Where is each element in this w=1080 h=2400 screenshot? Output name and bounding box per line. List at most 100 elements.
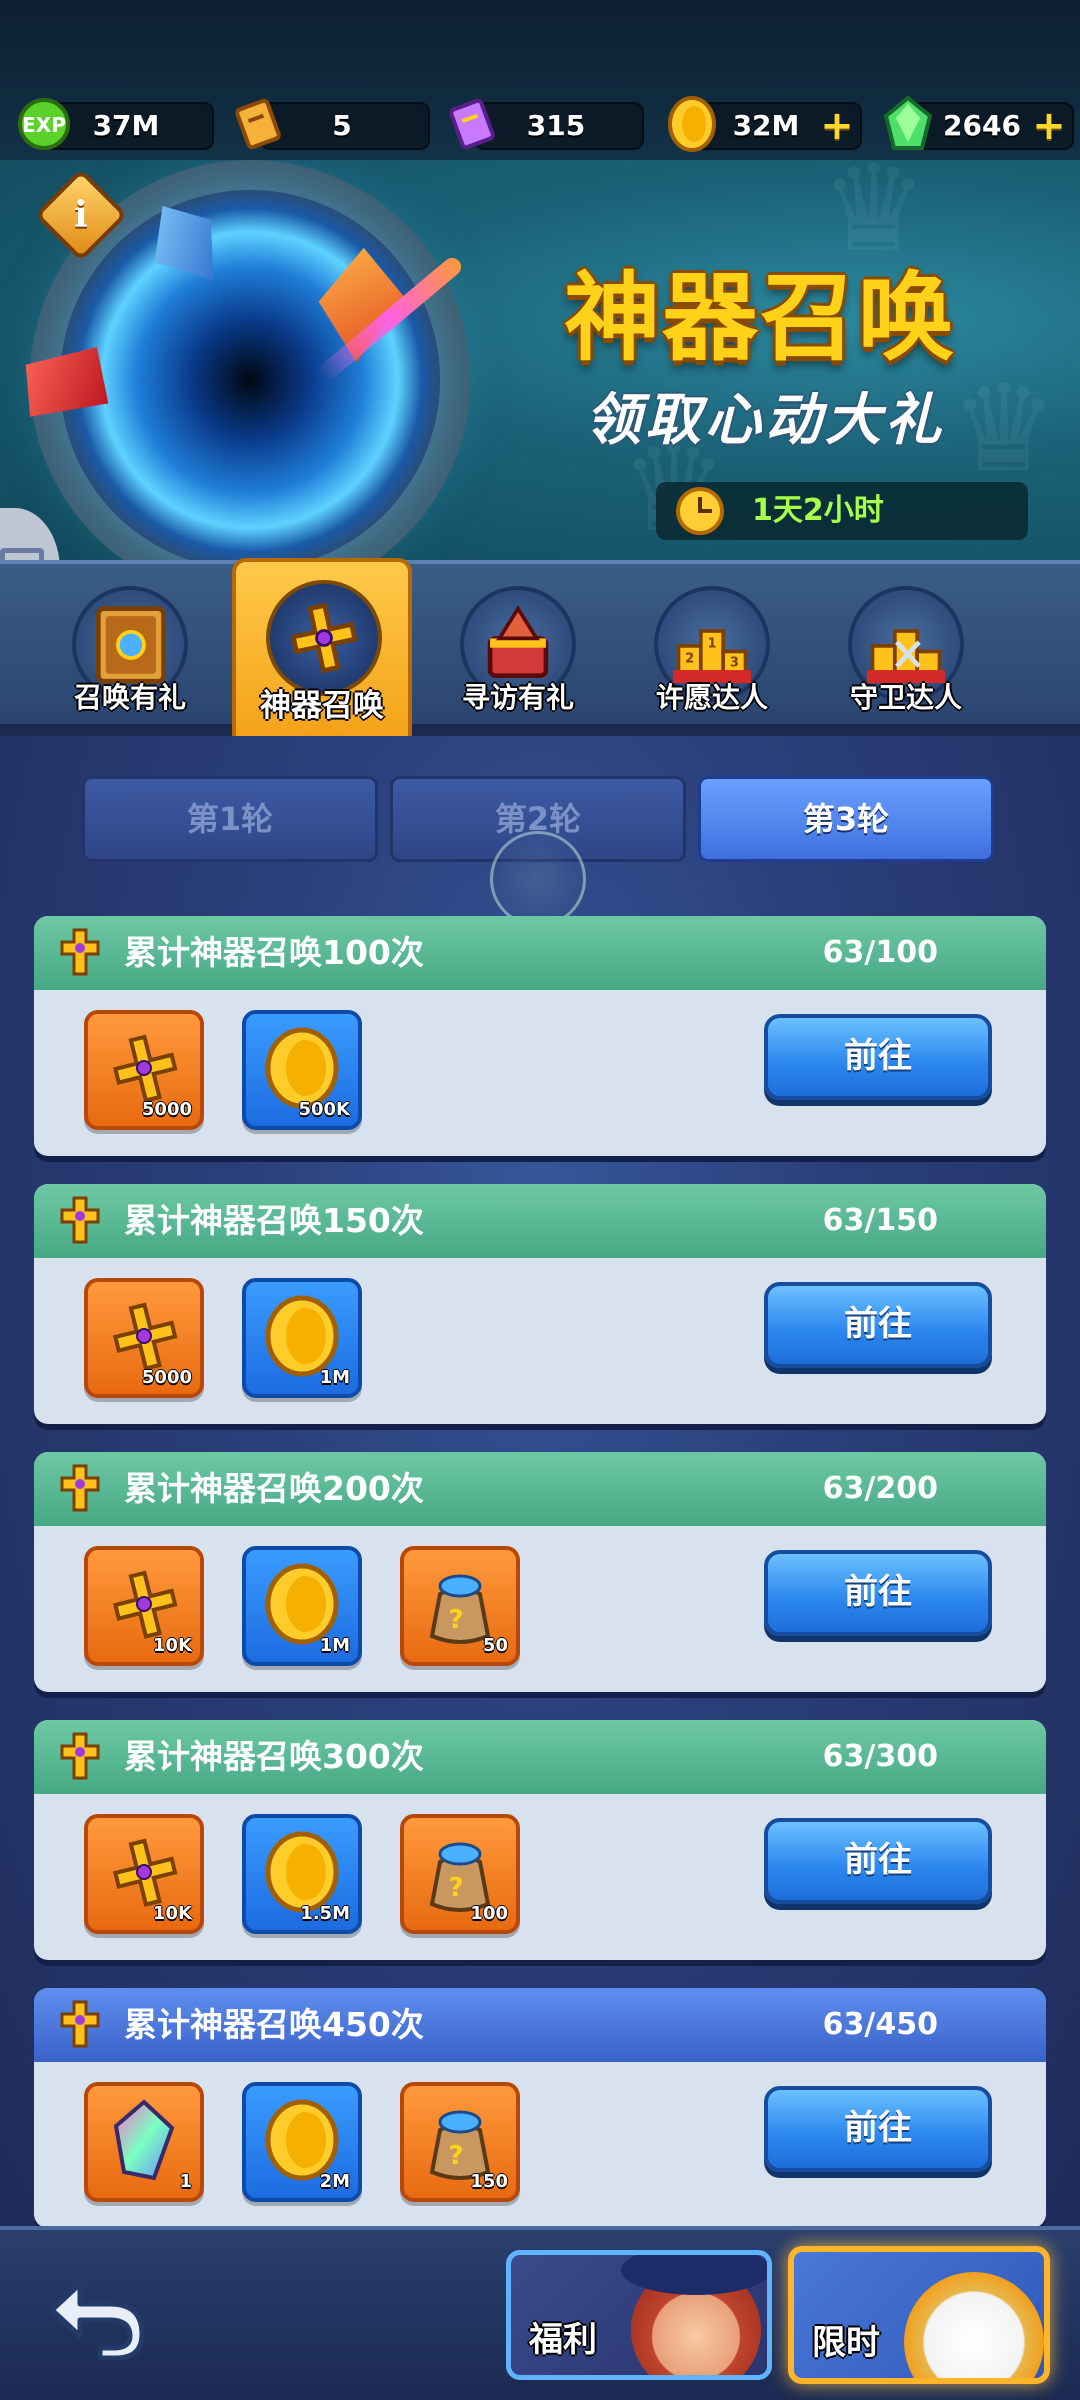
reward-item[interactable]: 5000	[84, 1278, 204, 1398]
reward-quantity: 1.5M	[300, 1903, 350, 1924]
task-card-body: 1 2M? 150 前往	[34, 2062, 1046, 2228]
task-progress: 63/150	[822, 1203, 938, 1238]
welfare-button[interactable]: 福利	[506, 2250, 772, 2380]
task-card-header: 累计神器召唤150次 63/150	[34, 1184, 1046, 1258]
reward-item[interactable]: 1M	[242, 1546, 362, 1666]
task-card: 累计神器召唤200次 63/200 10K 1M? 50 前往	[34, 1452, 1046, 1692]
go-button[interactable]: 前往	[764, 1818, 992, 1904]
task-title: 累计神器召唤150次	[124, 1201, 424, 1240]
currency-bar: 37M EXP 5 315 32M + 2646 +	[0, 0, 1080, 160]
reward-quantity: 10K	[153, 1903, 192, 1924]
resource-scroll-value: 5	[332, 109, 352, 142]
reward-quantity: 5000	[141, 1099, 192, 1120]
reward-quantity: 50	[482, 1635, 508, 1656]
reward-item[interactable]: ? 50	[400, 1546, 520, 1666]
limited-label: 限时	[812, 2323, 880, 2363]
task-card-header: 累计神器召唤100次 63/100	[34, 916, 1046, 990]
event-tabs: 召唤有礼 神器召唤 寻访有礼 213 许愿达人 守卫达人	[0, 558, 1080, 748]
reward-quantity: 500K	[298, 1099, 350, 1120]
task-card: 累计神器召唤150次 63/150 5000 1M 前往	[34, 1184, 1046, 1424]
reward-item[interactable]: ? 150	[400, 2082, 520, 2202]
reward-item[interactable]: 1.5M	[242, 1814, 362, 1934]
svg-text:?: ?	[448, 1605, 463, 1635]
limited-clock-icon	[904, 2272, 1044, 2378]
reward-quantity: 1M	[319, 1367, 350, 1388]
resource-gold-value: 32M	[732, 109, 800, 142]
reward-quantity: 2M	[319, 2171, 350, 2192]
resource-purple-scroll-value: 315	[526, 109, 586, 142]
svg-text:?: ?	[448, 1873, 463, 1903]
exp-icon: EXP	[12, 92, 76, 156]
go-button[interactable]: 前往	[764, 1550, 992, 1636]
reward-item[interactable]: ? 100	[400, 1814, 520, 1934]
banner-title: 神器召唤	[564, 262, 956, 374]
go-button[interactable]: 前往	[764, 1014, 992, 1100]
reward-item[interactable]: 1	[84, 2082, 204, 2202]
tab-summon-gift[interactable]: 召唤有礼	[50, 564, 210, 734]
tab-label: 神器召唤	[260, 688, 384, 724]
task-card: 累计神器召唤300次 63/300 10K 1.5M? 100 前往	[34, 1720, 1046, 1960]
tab-label: 守卫达人	[849, 681, 962, 714]
tab-artifact-summon[interactable]: 神器召唤	[232, 558, 412, 748]
welfare-label: 福利	[529, 2320, 597, 2360]
task-progress: 63/200	[822, 1471, 938, 1506]
svg-text:EXP: EXP	[22, 113, 66, 137]
task-title: 累计神器召唤100次	[124, 933, 424, 972]
task-progress: 63/300	[822, 1739, 938, 1774]
golden-cross-artifact-icon	[266, 580, 382, 696]
task-card-body: 5000 1M 前往	[34, 1258, 1046, 1424]
reward-item[interactable]: 5000	[84, 1010, 204, 1130]
golden-cross-icon	[60, 1732, 100, 1780]
reward-quantity: 1	[179, 2171, 192, 2192]
golden-cross-icon	[60, 928, 100, 976]
add-gem-button[interactable]: +	[1032, 106, 1066, 146]
go-button[interactable]: 前往	[764, 2086, 992, 2172]
svg-text:3: 3	[730, 655, 739, 670]
reward-item[interactable]: 10K	[84, 1546, 204, 1666]
reward-quantity: 100	[470, 1903, 508, 1924]
task-progress: 63/450	[822, 2007, 938, 2042]
task-progress: 63/100	[822, 935, 938, 970]
portal-illustration	[60, 190, 440, 560]
round-3-tab[interactable]: 第3轮	[698, 776, 994, 862]
info-icon: i	[74, 194, 88, 236]
svg-text:?: ?	[448, 2141, 463, 2171]
golden-cross-icon	[60, 2000, 100, 2048]
green-gem-icon	[876, 92, 940, 156]
scroll-icon	[226, 92, 290, 156]
tab-wish-master[interactable]: 213 许愿达人	[632, 564, 792, 734]
touch-indicator	[490, 831, 586, 927]
limited-time-button[interactable]: 限时	[788, 2246, 1050, 2384]
task-title: 累计神器召唤200次	[124, 1469, 424, 1508]
reward-quantity: 5000	[141, 1367, 192, 1388]
clock-icon	[676, 487, 724, 535]
task-title: 累计神器召唤450次	[124, 2005, 424, 2044]
event-timer: 1天2小时	[656, 482, 1028, 540]
task-card-header: 累计神器召唤450次 63/450	[34, 1988, 1046, 2062]
reward-item[interactable]: 2M	[242, 2082, 362, 2202]
tab-label: 许愿达人	[655, 681, 768, 714]
back-arrow-icon	[49, 2281, 145, 2361]
task-card-body: 5000 500K 前往	[34, 990, 1046, 1156]
round-1-tab[interactable]: 第1轮	[82, 776, 378, 862]
reward-item[interactable]: 1M	[242, 1278, 362, 1398]
banner-subtitle: 领取心动大礼	[585, 388, 945, 453]
reward-item[interactable]: 10K	[84, 1814, 204, 1934]
task-card-body: 10K 1.5M? 100 前往	[34, 1794, 1046, 1960]
bottom-bar: 福利 限时	[0, 2226, 1080, 2400]
add-gold-button[interactable]: +	[820, 106, 854, 146]
reward-item[interactable]: 500K	[242, 1010, 362, 1130]
timer-text: 1天2小时	[752, 493, 884, 528]
reward-quantity: 150	[470, 2171, 508, 2192]
reward-quantity: 10K	[153, 1635, 192, 1656]
svg-text:1: 1	[707, 637, 716, 652]
task-card-body: 10K 1M? 50 前往	[34, 1526, 1046, 1692]
reward-quantity: 1M	[319, 1635, 350, 1656]
back-button[interactable]	[40, 2270, 150, 2361]
go-button[interactable]: 前往	[764, 1282, 992, 1368]
tab-visit-gift[interactable]: 寻访有礼	[438, 564, 598, 734]
task-card: 累计神器召唤100次 63/100 5000 500K 前往	[34, 916, 1046, 1156]
tab-guard-master[interactable]: 守卫达人	[826, 564, 986, 734]
golden-cross-icon	[60, 1464, 100, 1512]
golden-cross-icon	[60, 1196, 100, 1244]
